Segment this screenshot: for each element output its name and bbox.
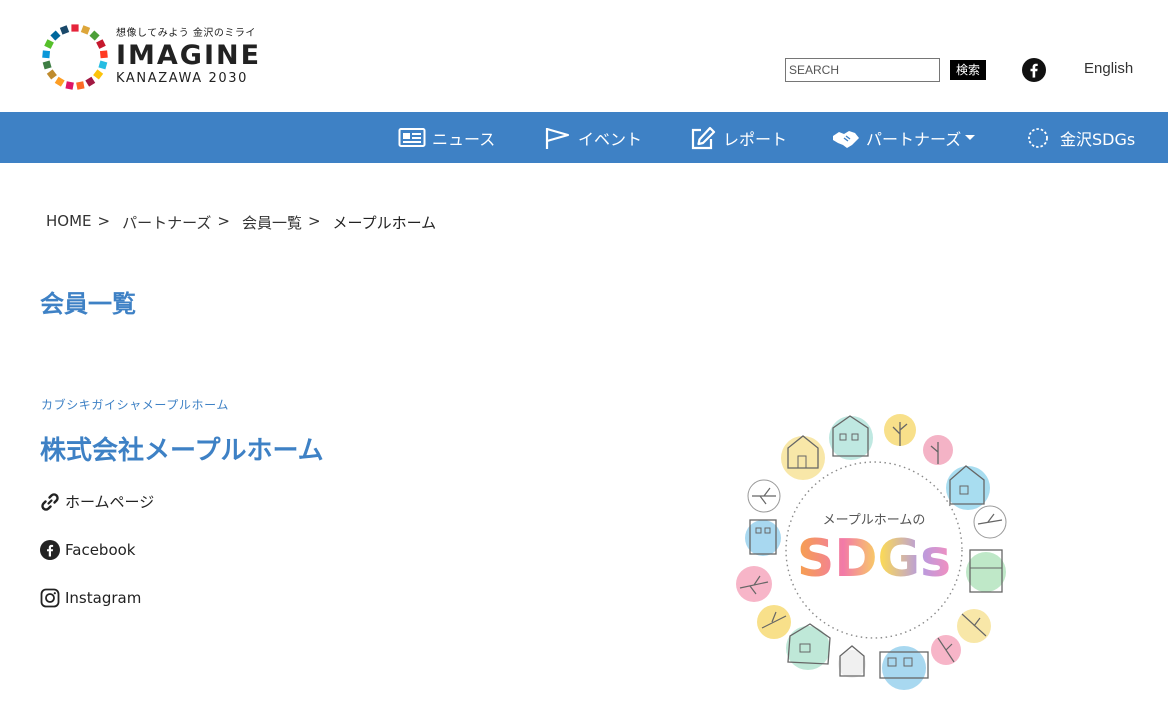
nav-item-partners[interactable]: パートナーズ bbox=[832, 112, 976, 163]
breadcrumb-partners[interactable]: パートナーズ bbox=[122, 212, 211, 233]
logo-title: IMAGINE bbox=[116, 40, 262, 71]
facebook-icon bbox=[40, 540, 60, 560]
site-logo[interactable]: 想像してみよう 金沢のミライ IMAGINE KANAZAWA 2030 bbox=[40, 20, 259, 94]
logo-ring-segment bbox=[42, 50, 51, 59]
logo-ring-segment bbox=[54, 76, 65, 87]
nav-item-kanazawa-sdgs[interactable]: 金沢SDGs bbox=[1026, 112, 1135, 163]
nav-item-news[interactable]: ニュース bbox=[398, 112, 495, 163]
breadcrumb-home[interactable]: HOME bbox=[46, 212, 92, 233]
logo-ring-segment bbox=[71, 24, 79, 32]
search-button[interactable]: 検索 bbox=[950, 60, 987, 80]
nav-item-events[interactable]: イベント bbox=[544, 112, 642, 163]
page-title: 会員一覧 bbox=[40, 290, 136, 318]
breadcrumb-separator: > bbox=[217, 212, 230, 230]
logo-ring-segment bbox=[96, 39, 106, 49]
facebook-link-label: Facebook bbox=[65, 541, 136, 559]
logo-ring-segment bbox=[98, 60, 108, 70]
logo-ring-segment bbox=[85, 76, 96, 87]
instagram-icon bbox=[40, 588, 60, 608]
logo-ring-segment bbox=[93, 69, 104, 80]
nav-item-label: イベント bbox=[578, 129, 643, 149]
handshake-icon bbox=[833, 130, 859, 148]
sdgs-illustration: メープルホームの SDGs bbox=[736, 414, 1007, 690]
nav-item-label: 金沢SDGs bbox=[1060, 129, 1136, 149]
logo-ring-segment bbox=[89, 30, 100, 41]
breadcrumb-separator: > bbox=[307, 212, 321, 230]
nav-item-reports[interactable]: レポート bbox=[689, 112, 787, 163]
edit-icon bbox=[691, 126, 716, 149]
facebook-icon[interactable] bbox=[1022, 58, 1046, 82]
instagram-link-label: Instagram bbox=[65, 589, 142, 607]
company-name: 株式会社メープルホーム bbox=[40, 436, 324, 466]
main-nav: ニュース イベント レポート パートナーズ 金沢SDGs bbox=[0, 112, 1168, 163]
company-name-kana: カブシキガイシャメープルホーム bbox=[41, 398, 229, 412]
newspaper-icon bbox=[398, 127, 426, 147]
logo-ring-segment bbox=[44, 39, 54, 49]
logo-ring-segment bbox=[76, 81, 85, 90]
breadcrumb-current: メープルホーム bbox=[332, 214, 437, 232]
breadcrumb: HOME > パートナーズ > 会員一覧 > メープルホーム bbox=[46, 212, 436, 233]
site-header: 想像してみよう 金沢のミライ IMAGINE KANAZAWA 2030 検索 … bbox=[0, 0, 1168, 112]
instagram-link[interactable]: Instagram bbox=[40, 588, 141, 608]
logo-ring-segment bbox=[65, 81, 74, 90]
sdgs-caption: メープルホームの bbox=[823, 513, 926, 528]
logo-subtitle: KANAZAWA 2030 bbox=[116, 71, 248, 86]
nav-item-label: レポート bbox=[723, 129, 788, 149]
homepage-link-label: ホームページ bbox=[65, 493, 155, 511]
sdgs-ring-icon bbox=[1028, 127, 1048, 148]
sdgs-title: SDGs bbox=[797, 529, 951, 589]
facebook-link[interactable]: Facebook bbox=[40, 540, 135, 560]
logo-tagline: 想像してみよう 金沢のミライ bbox=[116, 28, 256, 39]
logo-ring-segment bbox=[59, 25, 70, 35]
logo-ring-segment bbox=[42, 60, 52, 70]
logo-ring-segment bbox=[50, 30, 61, 41]
language-switch-link[interactable]: English bbox=[1084, 60, 1133, 77]
breadcrumb-separator: > bbox=[97, 212, 111, 230]
breadcrumb-member-list[interactable]: 会員一覧 bbox=[242, 212, 302, 233]
sdgs-color-ring-logo bbox=[42, 24, 108, 90]
link-icon bbox=[41, 492, 59, 511]
nav-item-label: パートナーズ bbox=[866, 129, 962, 149]
homepage-link[interactable]: ホームページ bbox=[40, 491, 154, 512]
nav-item-label: ニュース bbox=[432, 129, 496, 149]
logo-ring-segment bbox=[46, 69, 57, 80]
logo-ring-segment bbox=[99, 50, 108, 59]
chevron-down-icon bbox=[965, 135, 976, 140]
flag-icon bbox=[545, 127, 570, 149]
search-input[interactable] bbox=[785, 58, 940, 82]
logo-ring-segment bbox=[80, 25, 91, 35]
